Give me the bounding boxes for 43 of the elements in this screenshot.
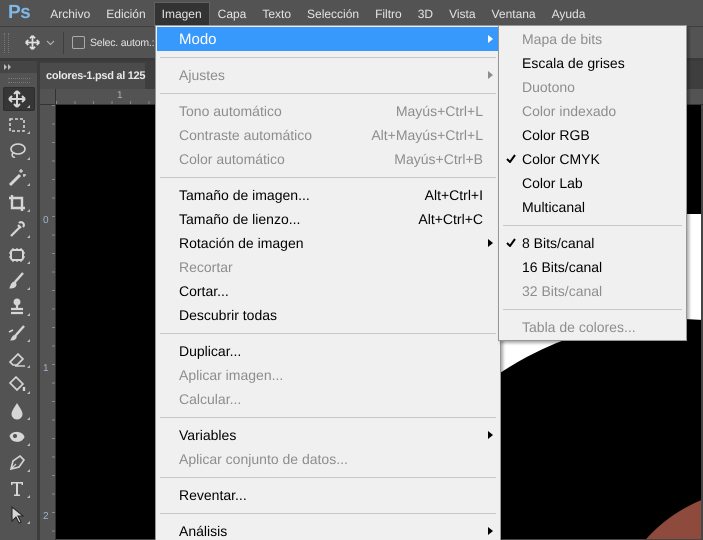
menu-item[interactable]: Archivo: [42, 2, 98, 26]
menu-option[interactable]: Escala de grises: [500, 51, 685, 75]
menu-option[interactable]: Rotación de imagen: [157, 231, 499, 255]
menu-item[interactable]: Selección: [299, 2, 368, 26]
menu-option[interactable]: 8 Bits/canal: [500, 231, 685, 255]
menu-item[interactable]: Capa: [210, 2, 254, 26]
menu-option[interactable]: Duplicar...: [157, 339, 499, 363]
menu-item[interactable]: Filtro: [367, 2, 410, 26]
menu-option[interactable]: Variables: [157, 423, 499, 447]
app-logo: Ps: [8, 2, 30, 24]
ruler-label: 0: [43, 215, 49, 226]
menu-item[interactable]: Ayuda: [544, 2, 594, 26]
shortcut-label: Alt+Mayús+Ctrl+L: [371, 127, 483, 143]
menu-option[interactable]: Cortar...: [157, 279, 499, 303]
menu-option[interactable]: Tamaño de lienzo... Alt+Ctrl+C: [157, 207, 499, 231]
shortcut-label: Alt+Ctrl+I: [424, 187, 483, 203]
menu-item[interactable]: Vista: [441, 2, 484, 26]
menu-option[interactable]: Descubrir todas: [157, 303, 499, 327]
shortcut-label: Mayús+Ctrl+B: [394, 151, 483, 167]
menu-item[interactable]: Edición: [98, 2, 154, 26]
menu-option[interactable]: Multicanal: [500, 195, 685, 219]
ruler-label: 2: [43, 511, 49, 522]
collapse-icon[interactable]: [4, 64, 12, 70]
menu-option[interactable]: Reventar...: [157, 483, 499, 507]
menu-item[interactable]: 3D: [410, 2, 442, 26]
menu-option[interactable]: Color CMYK: [500, 147, 685, 171]
auto-select-checkbox[interactable]: [72, 36, 85, 49]
auto-select-label: Selec. autom.:: [90, 36, 154, 48]
menu-option[interactable]: Tamaño de imagen... Alt+Ctrl+I: [157, 183, 499, 207]
caret-icon[interactable]: [46, 40, 55, 46]
menu-option[interactable]: Color RGB: [500, 123, 685, 147]
move-tool-button[interactable]: [2, 87, 34, 111]
ruler-label: 1: [117, 90, 123, 101]
shortcut-label: Alt+Ctrl+C: [418, 211, 483, 227]
menu-item[interactable]: Ventana: [484, 2, 544, 26]
shortcut-label: Mayús+Ctrl+L: [396, 103, 483, 119]
menu-item[interactable]: Texto: [254, 2, 300, 26]
move-tool-icon[interactable]: [24, 34, 41, 51]
menu-option[interactable]: Color Lab: [500, 171, 685, 195]
menu-option[interactable]: 16 Bits/canal: [500, 255, 685, 279]
menu-option[interactable]: Análisis: [157, 519, 499, 540]
document-tab[interactable]: colores-1.psd al 125: [40, 63, 146, 89]
ruler-label: 1: [43, 363, 49, 374]
